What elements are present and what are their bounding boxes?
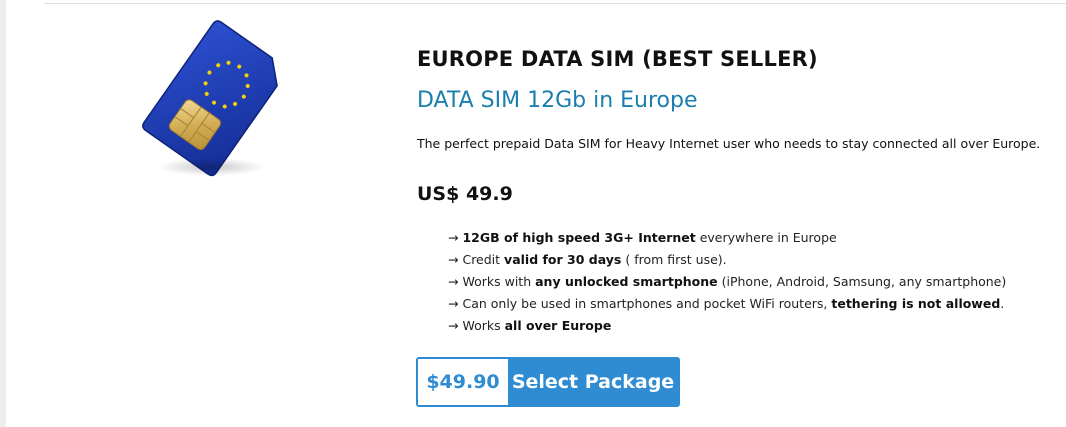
product-description: The perfect prepaid Data SIM for Heavy I… xyxy=(417,136,1041,151)
arrow-icon: → xyxy=(448,296,459,311)
arrow-icon: → xyxy=(448,318,459,333)
feature-item: → 12GB of high speed 3G+ Internet everyw… xyxy=(448,230,837,245)
select-package-button[interactable]: $49.90 Select Package xyxy=(416,357,680,407)
top-divider xyxy=(44,3,1066,4)
feature-item: → Can only be used in smartphones and po… xyxy=(448,296,1005,311)
arrow-icon: → xyxy=(448,274,459,289)
product-image xyxy=(140,18,290,188)
product-title: EUROPE DATA SIM (BEST SELLER) xyxy=(417,47,818,71)
left-edge-strip xyxy=(0,0,6,427)
package-price-label: $49.90 xyxy=(418,359,508,405)
product-price: US$ 49.9 xyxy=(417,183,513,205)
feature-item: → Works all over Europe xyxy=(448,318,612,333)
select-package-label: Select Package xyxy=(511,371,675,393)
eu-sim-card-icon xyxy=(142,20,278,177)
feature-item: → Works with any unlocked smartphone (iP… xyxy=(448,274,1007,289)
feature-list: → 12GB of high speed 3G+ Internet everyw… xyxy=(448,228,1006,338)
sim-shadow xyxy=(156,158,266,176)
product-subtitle: DATA SIM 12Gb in Europe xyxy=(417,88,698,113)
feature-item: → Credit valid for 30 days ( from first … xyxy=(448,252,727,267)
arrow-icon: → xyxy=(448,230,459,245)
arrow-icon: → xyxy=(448,252,459,267)
